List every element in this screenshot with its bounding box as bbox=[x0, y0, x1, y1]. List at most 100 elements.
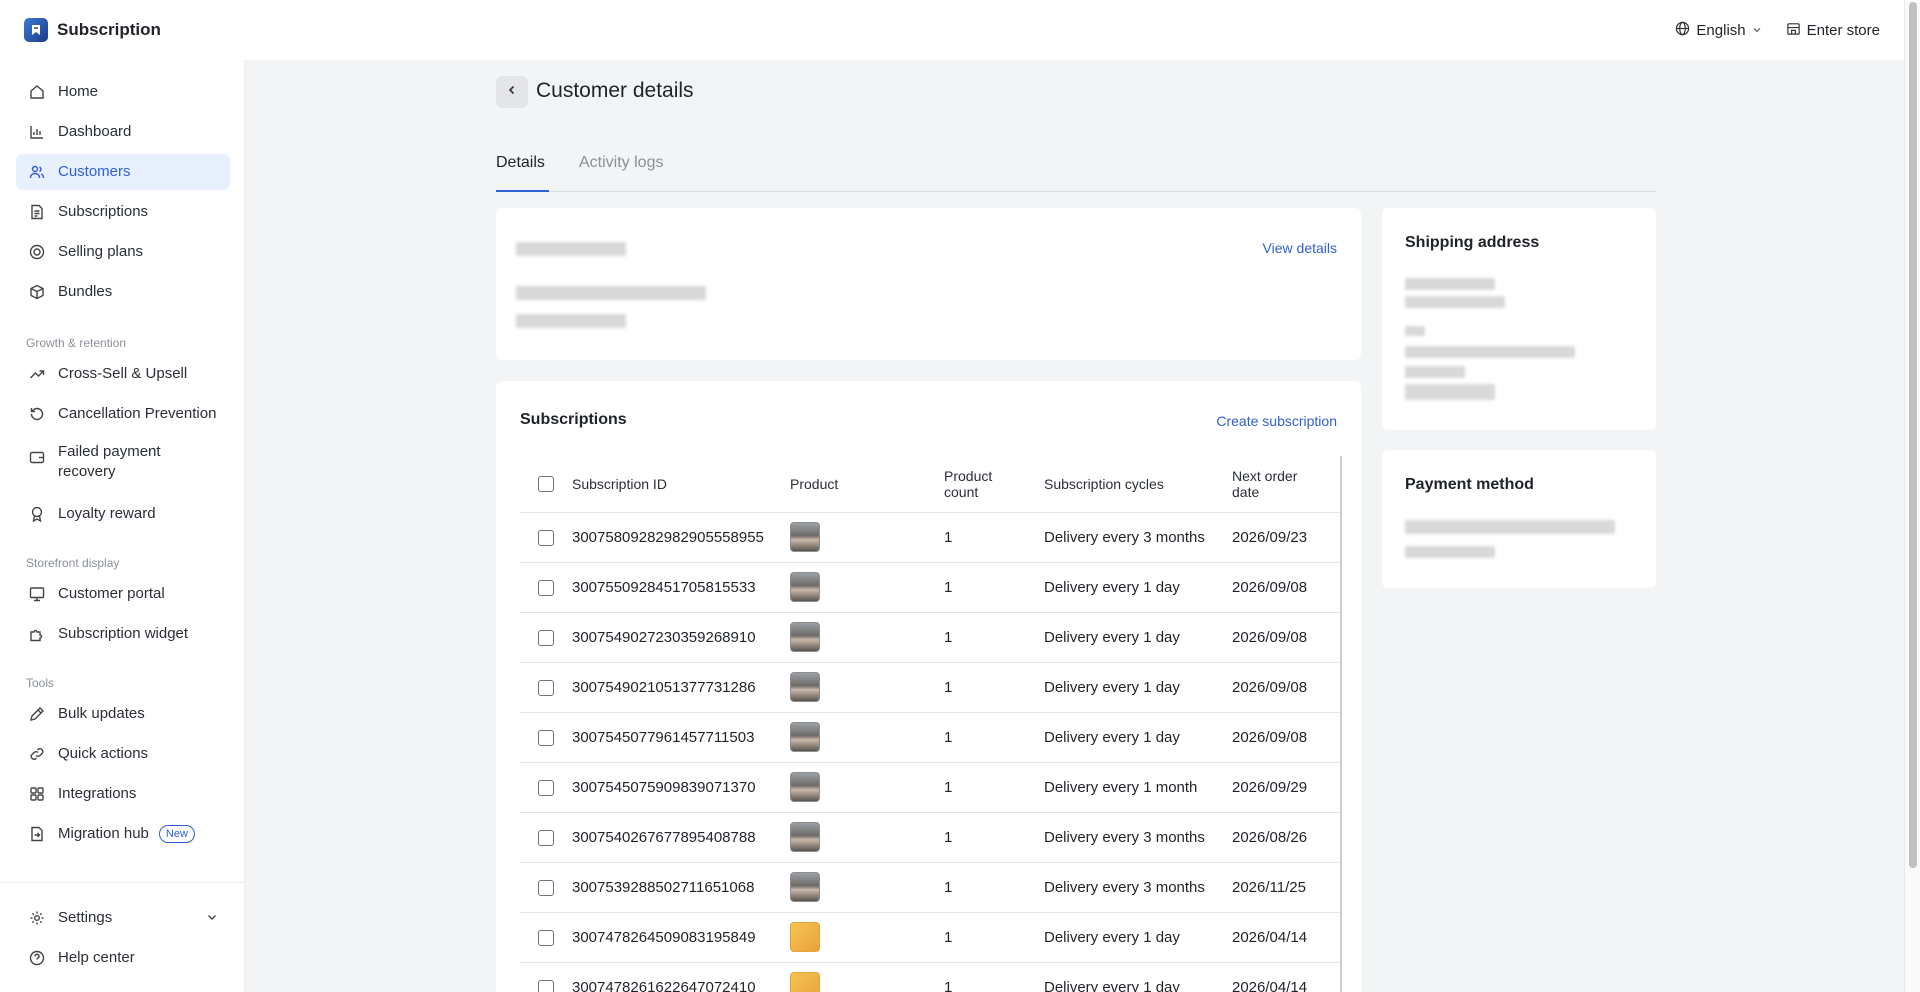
select-all-checkbox[interactable] bbox=[538, 476, 554, 493]
next-order-date: 2026/09/08 bbox=[1232, 562, 1340, 613]
sidebar-item-quick-actions[interactable]: Quick actions bbox=[16, 736, 230, 772]
language-selector[interactable]: English bbox=[1675, 21, 1761, 40]
scrollbar-thumb[interactable] bbox=[1909, 2, 1917, 868]
subscription-cycle: Delivery every 1 day bbox=[1044, 962, 1232, 992]
payment-line-redacted bbox=[1405, 546, 1495, 558]
subscriptions-title: Subscriptions bbox=[520, 411, 627, 428]
sidebar-item-label: Subscription widget bbox=[58, 625, 189, 642]
subscription-id[interactable]: 3007545075909839071370 bbox=[572, 762, 790, 813]
row-checkbox[interactable] bbox=[538, 679, 554, 696]
next-order-date: 2026/09/08 bbox=[1232, 612, 1340, 663]
col-product-count: Product count bbox=[944, 467, 993, 500]
subscription-cycle: Delivery every 3 months bbox=[1044, 512, 1232, 563]
subscription-id[interactable]: 3007550928451705815533 bbox=[572, 562, 790, 613]
table-row[interactable]: 3007545077961457711503 1 Delivery every … bbox=[520, 712, 1340, 763]
row-checkbox[interactable] bbox=[538, 979, 554, 992]
table-row[interactable]: 30075809282982905558955 1 Delivery every… bbox=[520, 512, 1340, 563]
subscription-id[interactable]: 3007540267677895408788 bbox=[572, 812, 790, 863]
sidebar-item-cancellation-prevention[interactable]: Cancellation Prevention bbox=[16, 396, 230, 432]
users-icon bbox=[28, 163, 46, 181]
next-order-date: 2026/09/08 bbox=[1232, 662, 1340, 713]
row-checkbox[interactable] bbox=[538, 729, 554, 746]
subscription-id[interactable]: 3007539288502711651068 bbox=[572, 862, 790, 913]
table-row[interactable]: 3007550928451705815533 1 Delivery every … bbox=[520, 562, 1340, 613]
sidebar-item-integrations[interactable]: Integrations bbox=[16, 776, 230, 812]
sidebar-item-customer-portal[interactable]: Customer portal bbox=[16, 576, 230, 612]
product-thumbnail bbox=[790, 972, 820, 992]
sidebar-item-settings[interactable]: Settings bbox=[16, 900, 230, 936]
sidebar-item-failed-payment-recovery[interactable]: Failed payment recovery bbox=[16, 438, 230, 482]
help-icon bbox=[28, 949, 46, 967]
refresh-icon bbox=[28, 405, 46, 423]
back-button[interactable] bbox=[496, 76, 528, 108]
chevron-down-icon bbox=[206, 910, 218, 927]
table-row[interactable]: 3007549021051377731286 1 Delivery every … bbox=[520, 662, 1340, 713]
col-subscription-cycles: Subscription cycles bbox=[1044, 456, 1232, 513]
pen-icon bbox=[28, 705, 46, 723]
section-label-growth: Growth & retention bbox=[26, 336, 127, 350]
table-row[interactable]: 3007540267677895408788 1 Delivery every … bbox=[520, 812, 1340, 863]
next-order-date: 2026/04/14 bbox=[1232, 962, 1340, 992]
subscription-id[interactable]: 30075809282982905558955 bbox=[572, 512, 790, 563]
subscription-cycle: Delivery every 1 day bbox=[1044, 712, 1232, 763]
sidebar-item-dashboard[interactable]: Dashboard bbox=[16, 114, 230, 150]
sidebar-item-migration-hub[interactable]: Migration hub New bbox=[16, 816, 230, 852]
customer-name-redacted bbox=[516, 242, 626, 256]
row-checkbox[interactable] bbox=[538, 579, 554, 596]
product-count: 1 bbox=[944, 612, 1044, 663]
subscription-id[interactable]: 3007549021051377731286 bbox=[572, 662, 790, 713]
sidebar-item-bulk-updates[interactable]: Bulk updates bbox=[16, 696, 230, 732]
sidebar-item-selling-plans[interactable]: Selling plans bbox=[16, 234, 230, 270]
tab-bar: Details Activity logs bbox=[496, 150, 1656, 192]
import-icon bbox=[28, 825, 46, 843]
sidebar-item-customers[interactable]: Customers bbox=[16, 154, 230, 190]
row-checkbox[interactable] bbox=[538, 629, 554, 646]
subscription-id[interactable]: 3007545077961457711503 bbox=[572, 712, 790, 763]
sidebar-item-label: Customers bbox=[58, 163, 131, 180]
chevron-left-icon bbox=[506, 83, 518, 101]
next-order-date: 2026/09/29 bbox=[1232, 762, 1340, 813]
next-order-date: 2026/08/26 bbox=[1232, 812, 1340, 863]
product-thumbnail bbox=[790, 722, 820, 752]
sidebar-item-bundles[interactable]: Bundles bbox=[16, 274, 230, 310]
bar-chart-icon bbox=[28, 123, 46, 141]
sidebar-item-subscription-widget[interactable]: Subscription widget bbox=[16, 616, 230, 652]
table-row[interactable]: 3007478264509083195849 1 Delivery every … bbox=[520, 912, 1340, 963]
view-details-link[interactable]: View details bbox=[1263, 240, 1337, 256]
sidebar-item-help-center[interactable]: Help center bbox=[16, 940, 230, 976]
language-label: English bbox=[1696, 21, 1746, 39]
sidebar-item-cross-sell[interactable]: Cross-Sell & Upsell bbox=[16, 356, 230, 392]
product-thumbnail bbox=[790, 822, 820, 852]
enter-store-button[interactable]: Enter store bbox=[1786, 21, 1880, 40]
row-checkbox[interactable] bbox=[538, 529, 554, 546]
create-subscription-link[interactable]: Create subscription bbox=[1216, 413, 1337, 429]
sidebar-item-subscriptions[interactable]: Subscriptions bbox=[16, 194, 230, 230]
table-row[interactable]: 3007478261622647072410 1 Delivery every … bbox=[520, 962, 1340, 992]
target-icon bbox=[28, 243, 46, 261]
page-scrollbar[interactable] bbox=[1904, 0, 1920, 992]
product-count: 1 bbox=[944, 762, 1044, 813]
table-row[interactable]: 3007545075909839071370 1 Delivery every … bbox=[520, 762, 1340, 813]
sidebar-item-loyalty-reward[interactable]: Loyalty reward bbox=[16, 496, 230, 532]
subscription-id[interactable]: 3007478261622647072410 bbox=[572, 962, 790, 992]
tab-activity-logs[interactable]: Activity logs bbox=[579, 154, 663, 192]
address-line-redacted bbox=[1405, 384, 1495, 400]
sidebar-item-home[interactable]: Home bbox=[16, 74, 230, 110]
table-row[interactable]: 3007539288502711651068 1 Delivery every … bbox=[520, 862, 1340, 913]
subscription-id[interactable]: 3007549027230359268910 bbox=[572, 612, 790, 663]
address-line-redacted bbox=[1405, 366, 1465, 378]
table-row[interactable]: 3007549027230359268910 1 Delivery every … bbox=[520, 612, 1340, 663]
sidebar-item-label: Quick actions bbox=[58, 745, 149, 762]
store-icon bbox=[1786, 21, 1801, 40]
row-checkbox[interactable] bbox=[538, 779, 554, 796]
row-checkbox[interactable] bbox=[538, 879, 554, 896]
grid-icon bbox=[28, 785, 46, 803]
section-label-tools: Tools bbox=[26, 676, 55, 690]
payment-method-card: Payment method bbox=[1382, 450, 1656, 588]
product-count: 1 bbox=[944, 862, 1044, 913]
row-checkbox[interactable] bbox=[538, 829, 554, 846]
row-checkbox[interactable] bbox=[538, 929, 554, 946]
tab-details[interactable]: Details bbox=[496, 154, 549, 192]
enter-store-label: Enter store bbox=[1806, 21, 1880, 39]
subscription-id[interactable]: 3007478264509083195849 bbox=[572, 912, 790, 963]
